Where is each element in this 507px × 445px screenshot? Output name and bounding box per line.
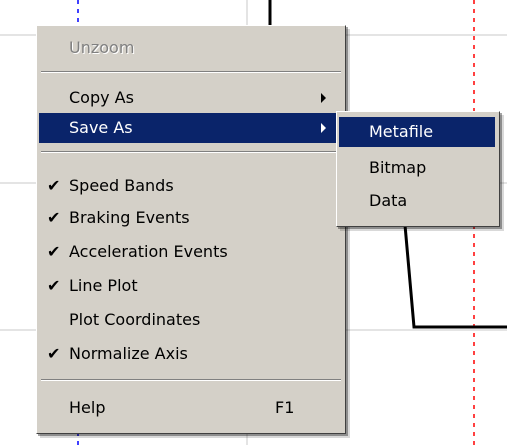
menu-item-copy-as[interactable]: Copy As: [39, 83, 343, 113]
checkmark-icon: ✔: [47, 344, 61, 363]
menu-item-plot-coordinates[interactable]: Plot Coordinates: [39, 305, 343, 335]
menu-item-line-plot[interactable]: ✔ Line Plot: [39, 271, 343, 301]
menu-item-label: Metafile: [369, 122, 434, 141]
menu-item-label: Speed Bands: [69, 176, 174, 195]
shortcut-label: F1: [275, 398, 295, 417]
menu-item-label: Plot Coordinates: [69, 310, 201, 329]
menu-item-help[interactable]: Help F1: [39, 393, 343, 423]
save-as-submenu: Metafile Bitmap Data: [336, 111, 500, 227]
menu-item-braking-events[interactable]: ✔ Braking Events: [39, 203, 343, 233]
menu-item-label: Copy As: [69, 88, 134, 107]
submenu-item-metafile[interactable]: Metafile: [339, 117, 495, 147]
checkmark-icon: ✔: [47, 242, 61, 261]
menu-item-label: Line Plot: [69, 276, 138, 295]
menu-item-label: Braking Events: [69, 208, 190, 227]
submenu-arrow-icon: [321, 123, 326, 133]
menu-item-speed-bands[interactable]: ✔ Speed Bands: [39, 171, 343, 201]
menu-item-label: Save As: [69, 118, 133, 137]
menu-item-label: Bitmap: [369, 158, 427, 177]
submenu-arrow-icon: [321, 93, 326, 103]
menu-item-unzoom[interactable]: Unzoom: [39, 33, 343, 63]
checkmark-icon: ✔: [47, 276, 61, 295]
menu-separator: [41, 151, 341, 153]
menu-separator: [41, 379, 341, 381]
menu-item-save-as[interactable]: Save As: [39, 113, 343, 143]
checkmark-icon: ✔: [47, 176, 61, 195]
menu-item-acceleration-events[interactable]: ✔ Acceleration Events: [39, 237, 343, 267]
menu-item-label: Acceleration Events: [69, 242, 228, 261]
menu-item-normalize-axis[interactable]: ✔ Normalize Axis: [39, 339, 343, 369]
menu-item-label: Unzoom: [69, 38, 135, 57]
menu-item-label: Data: [369, 191, 408, 210]
menu-item-label: Help: [69, 398, 106, 417]
menu-separator: [41, 71, 341, 73]
menu-item-label: Normalize Axis: [69, 344, 188, 363]
submenu-item-bitmap[interactable]: Bitmap: [339, 153, 495, 183]
checkmark-icon: ✔: [47, 208, 61, 227]
context-menu: Unzoom Copy As Save As ✔ Speed Bands ✔ B…: [36, 25, 346, 434]
submenu-item-data[interactable]: Data: [339, 186, 495, 216]
